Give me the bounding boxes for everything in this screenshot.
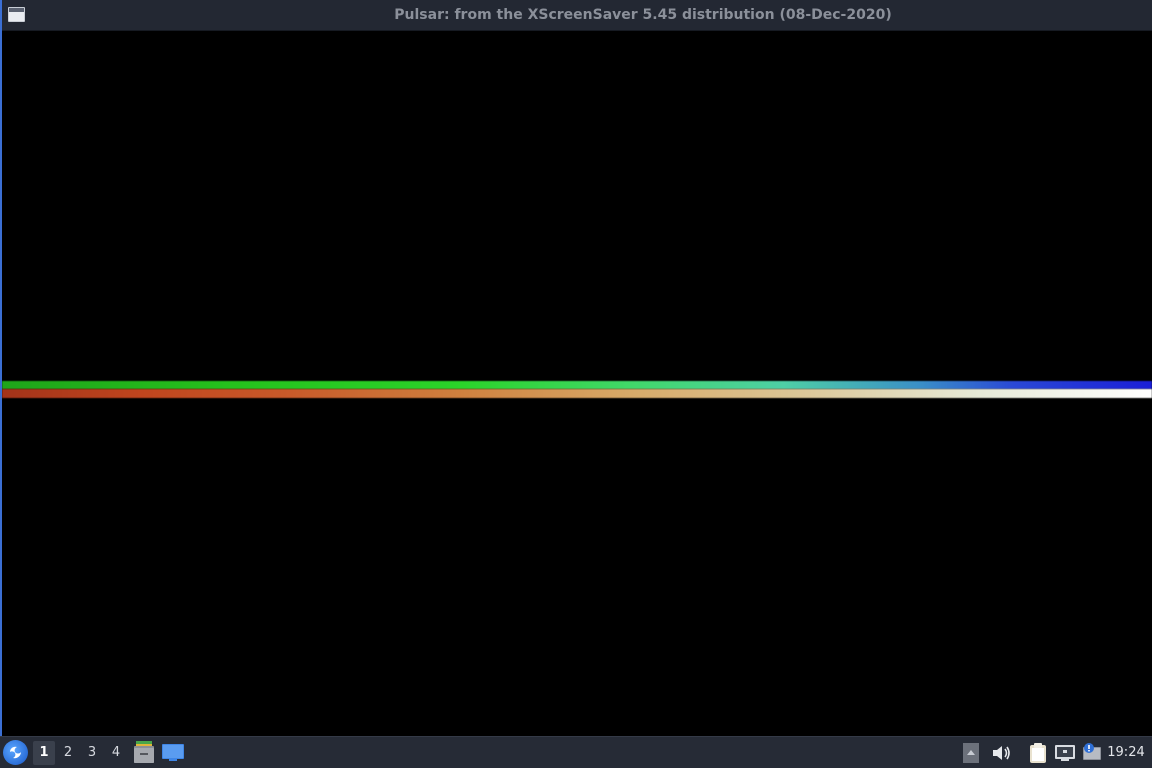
workspace-3-button[interactable]: 3 <box>81 741 103 765</box>
clock[interactable]: 19:24 <box>1104 744 1148 762</box>
tray-expand-icon[interactable] <box>962 742 980 764</box>
volume-icon[interactable] <box>990 742 1012 764</box>
window-title: Pulsar: from the XScreenSaver 5.45 distr… <box>394 7 892 23</box>
window-titlebar[interactable]: Pulsar: from the XScreenSaver 5.45 distr… <box>2 0 1152 31</box>
start-menu-icon[interactable] <box>3 740 28 765</box>
taskbar: 1 2 3 4 19:24 <box>0 736 1152 768</box>
pulsar-beam-lower <box>2 389 1152 398</box>
workspace-1-button[interactable]: 1 <box>33 741 55 765</box>
network-icon[interactable] <box>1054 742 1076 764</box>
update-notifier-icon[interactable] <box>1081 742 1103 764</box>
workspace-2-button[interactable]: 2 <box>57 741 79 765</box>
file-manager-icon[interactable] <box>134 741 154 763</box>
pulsar-beam-upper <box>2 381 1152 389</box>
clipboard-icon[interactable] <box>1027 742 1049 764</box>
pulsar-window: Pulsar: from the XScreenSaver 5.45 distr… <box>0 0 1152 736</box>
desktop: Pulsar: from the XScreenSaver 5.45 distr… <box>0 0 1152 768</box>
show-desktop-icon[interactable] <box>162 743 184 763</box>
screensaver-canvas <box>2 31 1152 736</box>
workspace-4-button[interactable]: 4 <box>105 741 127 765</box>
